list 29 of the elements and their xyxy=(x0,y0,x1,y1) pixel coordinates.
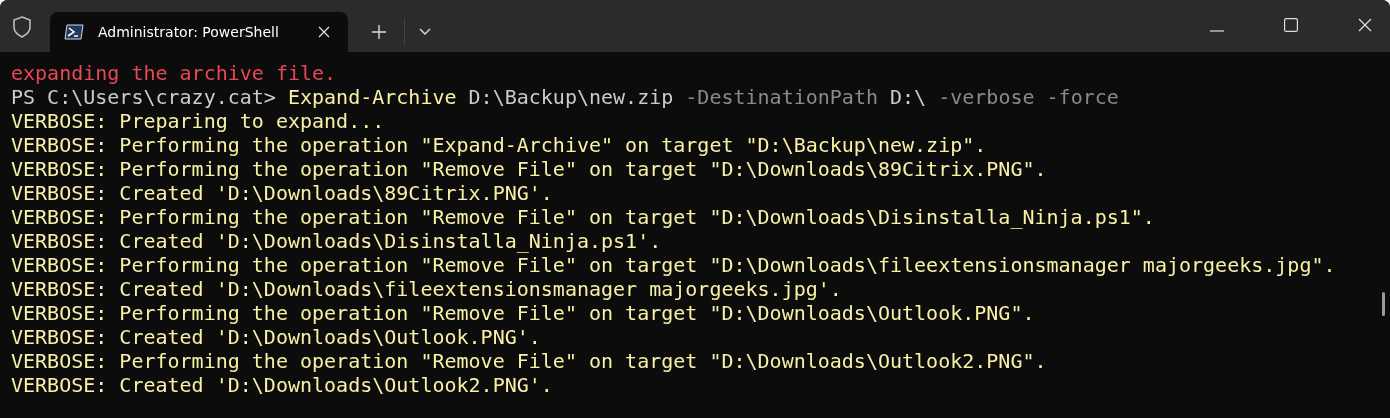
verbose-line: VERBOSE: Performing the operation "Remove File" on target "D:\Downloads\89Citrix.PNG". xyxy=(11,157,1047,181)
verbose-line: VERBOSE: Performing the operation "Remove File" on target "D:\Downloads\Disinstalla_Ninja.ps1". xyxy=(11,205,1155,229)
prompt-text: PS C:\Users\crazy.cat> xyxy=(11,85,277,109)
verbose-line: VERBOSE: Performing the operation "Remove File" on target "D:\Downloads\Outlook.PNG". xyxy=(11,301,1035,325)
verbose-line: VERBOSE: Performing the operation "Remove File" on target "D:\Downloads\fileextensionsmanager majorgeeks.jpg". xyxy=(11,253,1336,277)
new-tab-icon[interactable] xyxy=(372,25,386,39)
verbose-line: VERBOSE: Preparing to expand... xyxy=(11,109,385,133)
maximize-icon[interactable] xyxy=(1284,18,1298,32)
verbose-line: VERBOSE: Created 'D:\Downloads\Outlook.PNG'. xyxy=(11,325,541,349)
close-icon[interactable] xyxy=(1358,18,1372,32)
verbose-line: VERBOSE: Created 'D:\Downloads\Outlook2.PNG'. xyxy=(11,373,553,397)
dropdown-icon[interactable] xyxy=(419,28,431,36)
scrollbar-thumb[interactable] xyxy=(1382,292,1385,316)
verbose-line: VERBOSE: Created 'D:\Downloads\fileextensionsmanager majorgeeks.jpg'. xyxy=(11,277,842,301)
verbose-line: VERBOSE: Performing the operation "Remove File" on target "D:\Downloads\Outlook2.PNG". xyxy=(11,349,1047,373)
argument-text: D:\Backup\new.zip xyxy=(467,85,675,109)
close-icon[interactable] xyxy=(318,26,330,38)
shield-icon xyxy=(12,16,32,38)
error-line: expanding the archive file. xyxy=(11,61,337,85)
argument-text: D:\ xyxy=(889,85,928,109)
parameter-text: -DestinationPath xyxy=(685,85,878,109)
verbose-line: VERBOSE: Created 'D:\Downloads\89Citrix.PNG'. xyxy=(11,181,553,205)
terminal-tab[interactable]: Administrator: PowerShell xyxy=(50,12,348,52)
parameter-text: -verbose -force xyxy=(938,85,1119,109)
command-text: Expand-Archive xyxy=(287,85,457,109)
tab-title: Administrator: PowerShell xyxy=(98,24,280,40)
verbose-line: VERBOSE: Performing the operation "Expand-Archive" on target "D:\Backup\new.zip". xyxy=(11,133,987,157)
powershell-icon xyxy=(64,24,84,40)
verbose-line: VERBOSE: Created 'D:\Downloads\Disinstalla_Ninja.ps1'. xyxy=(11,229,662,253)
